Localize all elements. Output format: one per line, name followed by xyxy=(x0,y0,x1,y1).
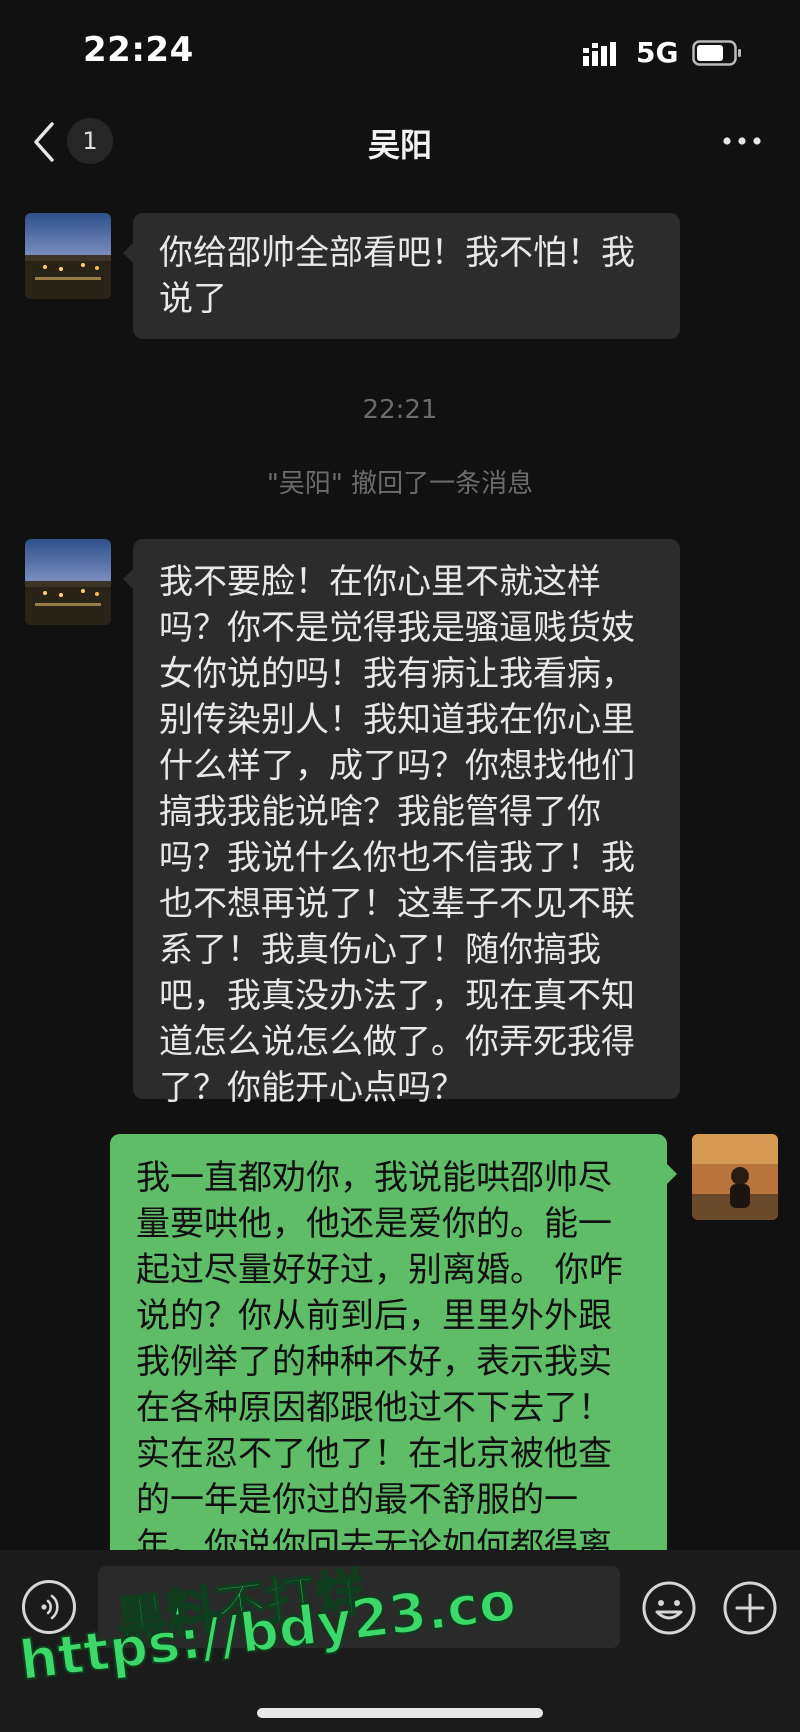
status-bar: 22:24 5G xyxy=(0,0,800,100)
emoji-icon[interactable] xyxy=(641,1580,697,1636)
my-avatar[interactable] xyxy=(692,1134,778,1220)
more-dots-icon[interactable] xyxy=(722,131,762,151)
network-type: 5G xyxy=(636,36,679,69)
battery-icon xyxy=(692,40,741,66)
signal-icon xyxy=(583,42,616,66)
message-bubble-incoming[interactable]: 我不要脸！在你心里不就这样 吗？你不是觉得我是骚逼贱货妓 女你说的吗！我有病让我… xyxy=(133,539,680,1108)
message-bubble-outgoing[interactable]: 我一直都劝你，我说能哄邵帅尽 量要哄他，他还是爱你的。能一 起过尽量好好过，别离… xyxy=(110,1134,667,1574)
plus-icon[interactable] xyxy=(722,1580,778,1636)
chat-title: 吴阳 xyxy=(367,126,432,164)
contact-avatar[interactable] xyxy=(25,539,111,625)
chat-screen: 22:24 5G 1 吴阳 你给邵帅全部看吧！我不怕！我 说了 22:21 "吴… xyxy=(0,0,800,1732)
bubble-tail xyxy=(667,1164,677,1184)
bubble-tail xyxy=(123,243,133,263)
status-time: 22:24 xyxy=(83,30,194,70)
message-timestamp: 22:21 xyxy=(362,395,438,425)
bubble-tail xyxy=(123,569,133,589)
home-indicator[interactable] xyxy=(257,1708,543,1718)
contact-avatar[interactable] xyxy=(25,213,111,299)
message-bubble-incoming[interactable]: 你给邵帅全部看吧！我不怕！我 说了 xyxy=(133,213,680,339)
recall-notice: "吴阳" 撤回了一条消息 xyxy=(266,469,534,499)
